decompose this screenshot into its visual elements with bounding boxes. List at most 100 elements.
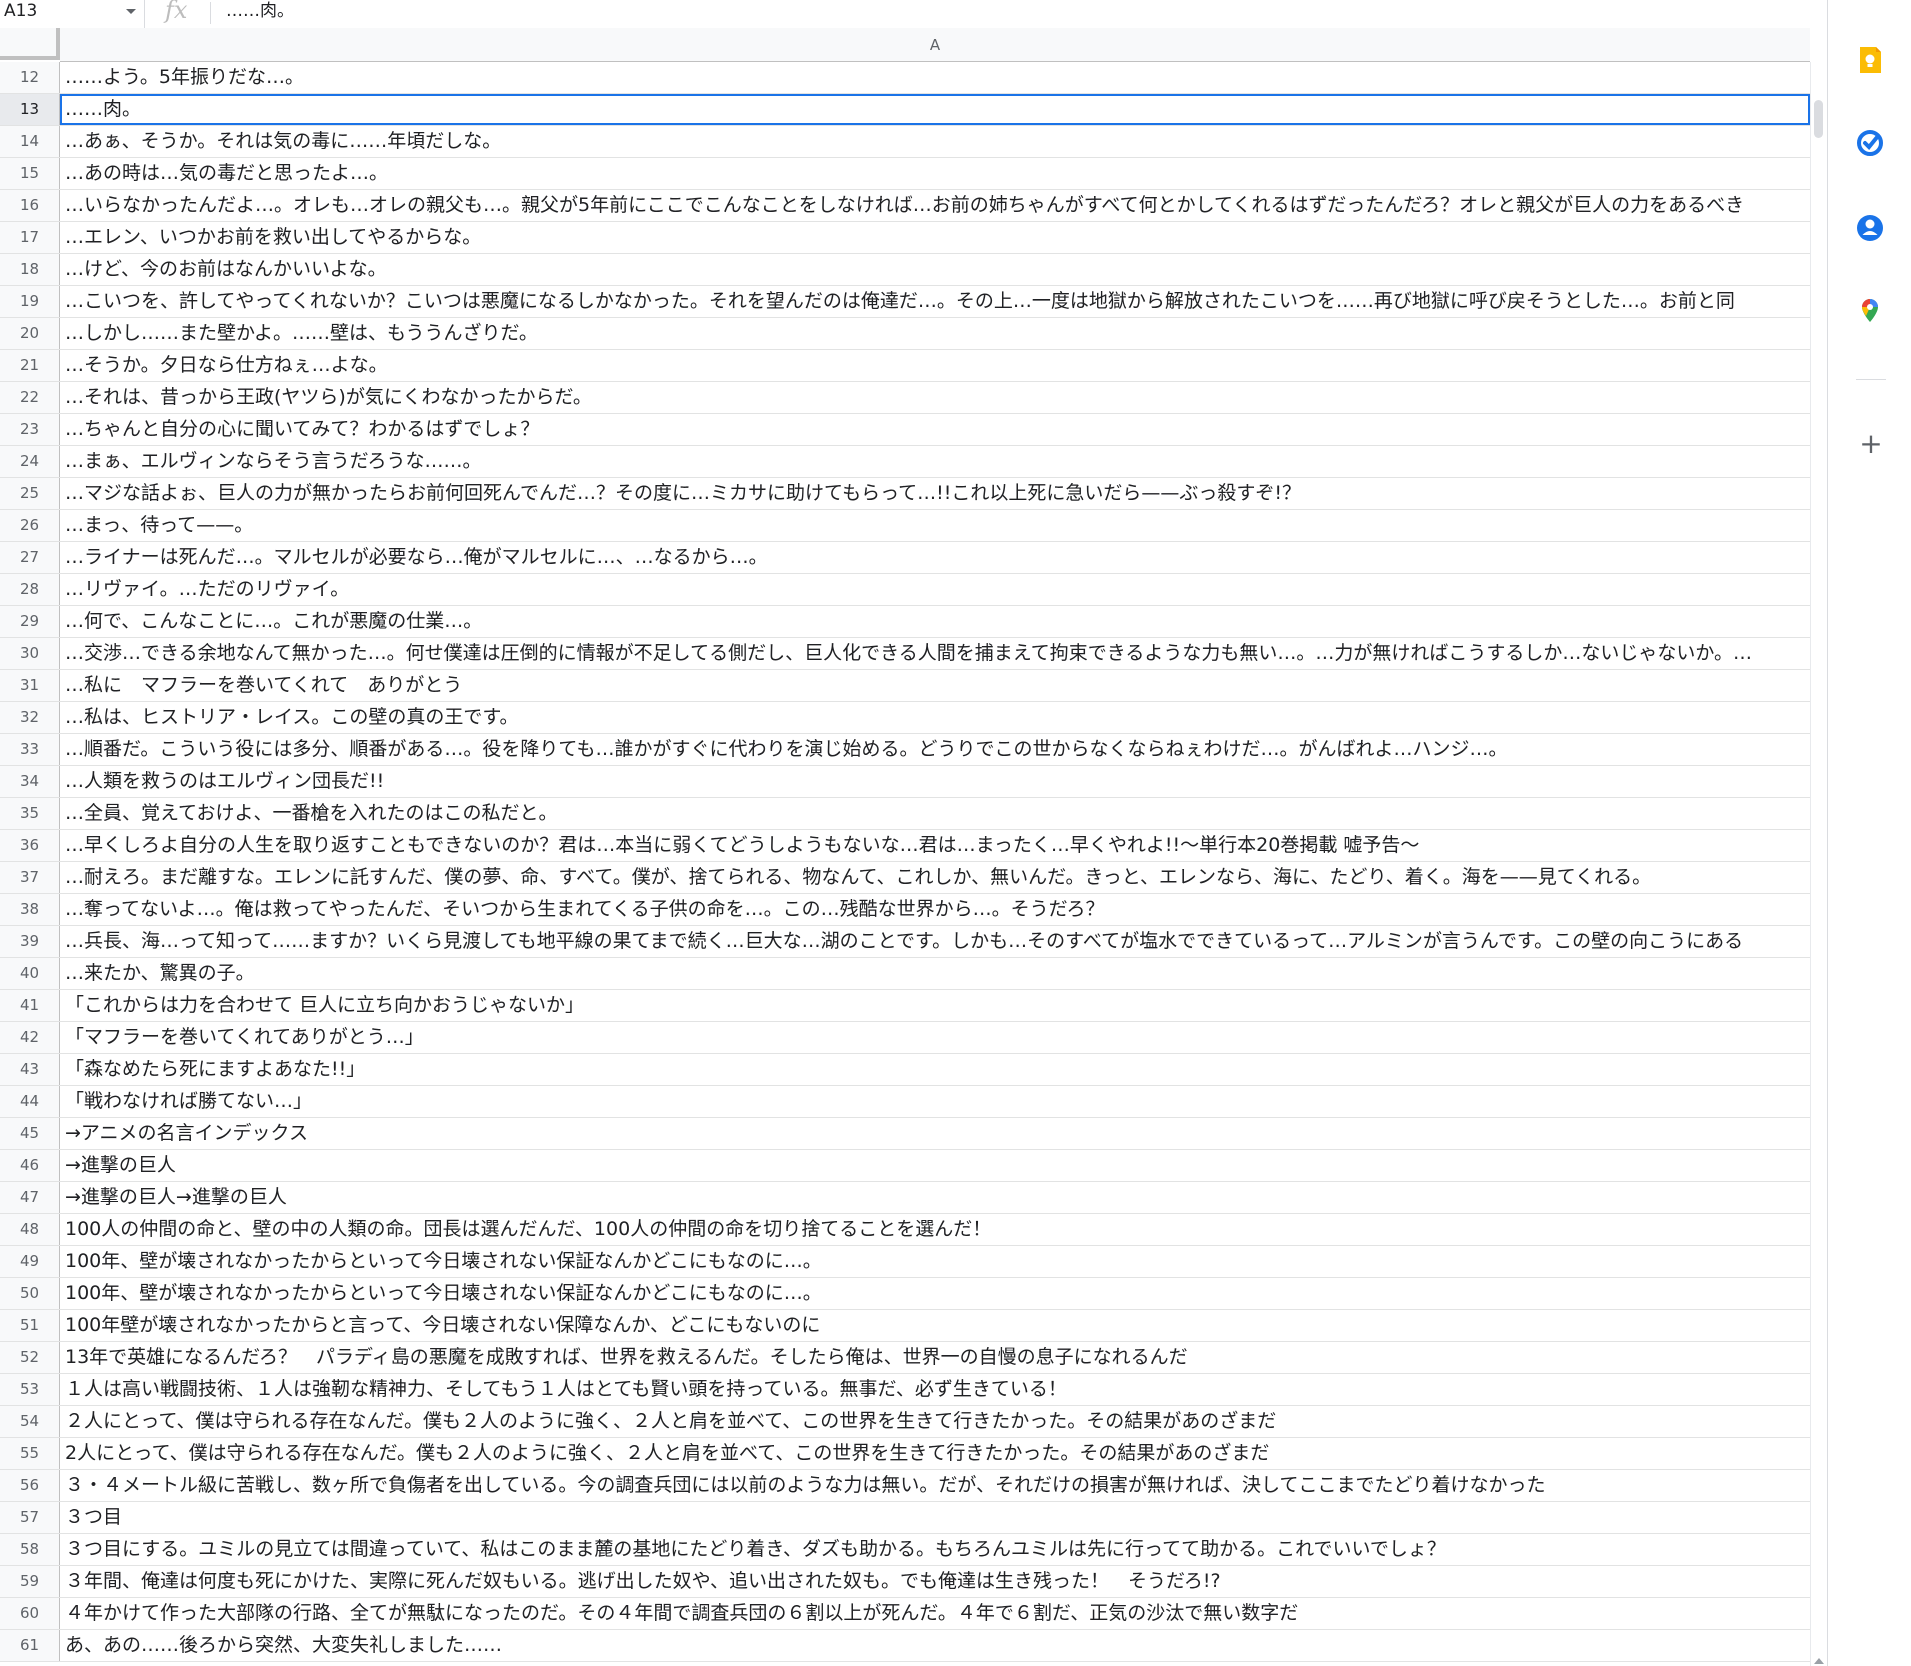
select-all-corner[interactable] (0, 28, 60, 60)
add-icon[interactable]: + (1856, 429, 1886, 459)
cell[interactable]: …私は、ヒストリア・レイス。この壁の真の王です。 (60, 702, 1810, 733)
cell[interactable]: …全員、覚えておけよ、一番槍を入れたのはこの私だと。 (60, 798, 1810, 829)
row-number[interactable]: 61 (0, 1630, 60, 1661)
cell[interactable]: 2人にとって、僕は守られる存在なんだ。僕も２人のように強く、２人と肩を並べて、こ… (60, 1438, 1810, 1469)
row-number[interactable]: 60 (0, 1598, 60, 1629)
row-number[interactable]: 57 (0, 1502, 60, 1533)
cell[interactable]: 「マフラーを巻いてくれてありがとう…」 (60, 1022, 1810, 1053)
row-number[interactable]: 53 (0, 1374, 60, 1405)
cell[interactable]: …交渉…できる余地なんて無かった…。何せ僕達は圧倒的に情報が不足してる側だし、巨… (60, 638, 1810, 669)
cell[interactable]: …ちゃんと自分の心に聞いてみて？わかるはずでしょ？ (60, 414, 1810, 445)
row-number[interactable]: 43 (0, 1054, 60, 1085)
row-number[interactable]: 32 (0, 702, 60, 733)
row-number[interactable]: 29 (0, 606, 60, 637)
row-number[interactable]: 49 (0, 1246, 60, 1277)
formula-input[interactable]: ……肉。 (226, 1, 294, 21)
row-number[interactable]: 35 (0, 798, 60, 829)
row-number[interactable]: 38 (0, 894, 60, 925)
cell[interactable]: 「これからは力を合わせて 巨人に立ち向かおうじゃないか」 (60, 990, 1810, 1021)
cell[interactable]: 「戦わなければ勝てない…」 (60, 1086, 1810, 1117)
row-number[interactable]: 37 (0, 862, 60, 893)
row-number[interactable]: 17 (0, 222, 60, 253)
cell[interactable]: …マジな話よぉ、巨人の力が無かったらお前何回死んでんだ…？その度に…ミカサに助け… (60, 478, 1810, 509)
row-number[interactable]: 20 (0, 318, 60, 349)
name-box-value[interactable]: A13 (4, 1, 37, 21)
row-number[interactable]: 23 (0, 414, 60, 445)
row-number[interactable]: 30 (0, 638, 60, 669)
row-number[interactable]: 21 (0, 350, 60, 381)
row-number[interactable]: 48 (0, 1214, 60, 1245)
row-number[interactable]: 34 (0, 766, 60, 797)
cell[interactable]: 100年、壁が壊されなかったからといって今日壊されない保証なんかどこにもなのに…… (60, 1246, 1810, 1277)
cell[interactable]: 100年、壁が壊されなかったからといって今日壊されない保証なんかどこにもなのに…… (60, 1278, 1810, 1309)
row-number[interactable]: 28 (0, 574, 60, 605)
row-number[interactable]: 13 (0, 94, 60, 125)
cell[interactable]: 100人の仲間の命と、壁の中の人類の命。団長は選んだんだ、100人の仲間の命を切… (60, 1214, 1810, 1245)
cell[interactable]: …ライナーは死んだ…。マルセルが必要なら…俺がマルセルに…、…なるから…。 (60, 542, 1810, 573)
contacts-icon[interactable] (1855, 213, 1885, 243)
cell[interactable]: ３つ目にする。ユミルの見立ては間違っていて、私はこのまま麓の基地にたどり着き、ダ… (60, 1534, 1810, 1565)
cell[interactable]: …兵長、海…って知って……ますか？いくら見渡しても地平線の果てまで続く…巨大な…… (60, 926, 1810, 957)
scrollbar-thumb[interactable] (1814, 100, 1823, 138)
row-number[interactable]: 18 (0, 254, 60, 285)
vertical-scrollbar[interactable] (1810, 62, 1827, 1666)
row-number[interactable]: 47 (0, 1182, 60, 1213)
cell[interactable]: あ、あの……後ろから突然、大変失礼しました…… (60, 1630, 1810, 1661)
chevron-down-icon[interactable] (126, 9, 136, 14)
row-number[interactable]: 58 (0, 1534, 60, 1565)
row-number[interactable]: 55 (0, 1438, 60, 1469)
cell[interactable]: …こいつを、許してやってくれないか？こいつは悪魔になるしかなかった。それを望んだ… (60, 286, 1810, 317)
row-number[interactable]: 41 (0, 990, 60, 1021)
row-number[interactable]: 15 (0, 158, 60, 189)
cell[interactable]: …しかし……また壁かよ。……壁は、もううんざりだ。 (60, 318, 1810, 349)
row-number[interactable]: 50 (0, 1278, 60, 1309)
row-number[interactable]: 51 (0, 1310, 60, 1341)
row-number[interactable]: 16 (0, 190, 60, 221)
cell[interactable]: …私に マフラーを巻いてくれて ありがとう (60, 670, 1810, 701)
row-number[interactable]: 52 (0, 1342, 60, 1373)
row-number[interactable]: 31 (0, 670, 60, 701)
cell[interactable]: １人は高い戦闘技術、１人は強靭な精神力、そしてもう１人はとても賢い頭を持っている… (60, 1374, 1810, 1405)
cell[interactable]: …耐えろ。まだ離すな。エレンに託すんだ、僕の夢、命、すべて。僕が、捨てられる、物… (60, 862, 1810, 893)
cell[interactable]: …あの時は…気の毒だと思ったよ…。 (60, 158, 1810, 189)
row-number[interactable]: 14 (0, 126, 60, 157)
row-number[interactable]: 44 (0, 1086, 60, 1117)
tasks-icon[interactable] (1855, 128, 1885, 158)
cell[interactable]: …エレン、いつかお前を救い出してやるからな。 (60, 222, 1810, 253)
row-number[interactable]: 36 (0, 830, 60, 861)
row-number[interactable]: 46 (0, 1150, 60, 1181)
cell[interactable]: …リヴァイ。…ただのリヴァイ。 (60, 574, 1810, 605)
cell[interactable]: ４年かけて作った大部隊の行路、全てが無駄になったのだ。その４年間で調査兵団の６割… (60, 1598, 1810, 1629)
keep-icon[interactable] (1855, 45, 1885, 75)
row-number[interactable]: 59 (0, 1566, 60, 1597)
row-number[interactable]: 22 (0, 382, 60, 413)
cell[interactable]: …そうか。夕日なら仕方ねぇ…よな。 (60, 350, 1810, 381)
row-number[interactable]: 19 (0, 286, 60, 317)
cell[interactable]: …来たか、驚異の子。 (60, 958, 1810, 989)
cell[interactable]: 「森なめたら死にますよあなた!!」 (60, 1054, 1810, 1085)
cell[interactable]: …いらなかったんだよ…。オレも…オレの親父も…。親父が5年前にここでこんなことを… (60, 190, 1810, 221)
cell[interactable]: …順番だ。こういう役には多分、順番がある…。役を降りても…誰かがすぐに代わりを演… (60, 734, 1810, 765)
cell[interactable]: ３・４メートル級に苦戦し、数ヶ所で負傷者を出している。今の調査兵団には以前のよう… (60, 1470, 1810, 1501)
cell[interactable]: 13年で英雄になるんだろ？ パラディ島の悪魔を成敗すれば、世界を救えるんだ。そし… (60, 1342, 1810, 1373)
row-number[interactable]: 45 (0, 1118, 60, 1149)
row-number[interactable]: 39 (0, 926, 60, 957)
cell[interactable]: →進撃の巨人 (60, 1150, 1810, 1181)
scroll-up-arrow-icon[interactable] (1814, 1658, 1824, 1664)
cell[interactable]: …あぁ、そうか。それは気の毒に……年頃だしな。 (60, 126, 1810, 157)
row-number[interactable]: 27 (0, 542, 60, 573)
name-box[interactable]: A13 (0, 0, 145, 28)
cell[interactable]: …まぁ、エルヴィンならそう言うだろうな……。 (60, 446, 1810, 477)
cell[interactable]: …けど、今のお前はなんかいいよな。 (60, 254, 1810, 285)
column-header-a[interactable]: A (60, 28, 1810, 62)
row-number[interactable]: 25 (0, 478, 60, 509)
cell[interactable]: …人類を救うのはエルヴィン団長だ!! (60, 766, 1810, 797)
cell[interactable]: 100年壁が壊されなかったからと言って、今日壊されない保障なんか、どこにもないの… (60, 1310, 1810, 1341)
cell[interactable]: ２人にとって、僕は守られる存在なんだ。僕も２人のように強く、２人と肩を並べて、こ… (60, 1406, 1810, 1437)
row-number[interactable]: 26 (0, 510, 60, 541)
cell[interactable]: ……よう。5年振りだな…。 (60, 62, 1810, 93)
row-number[interactable]: 33 (0, 734, 60, 765)
cell[interactable]: …早くしろよ自分の人生を取り返すこともできないのか？君は…本当に弱くてどうしよう… (60, 830, 1810, 861)
row-number[interactable]: 42 (0, 1022, 60, 1053)
selected-cell[interactable]: ……肉。 (60, 94, 1810, 125)
